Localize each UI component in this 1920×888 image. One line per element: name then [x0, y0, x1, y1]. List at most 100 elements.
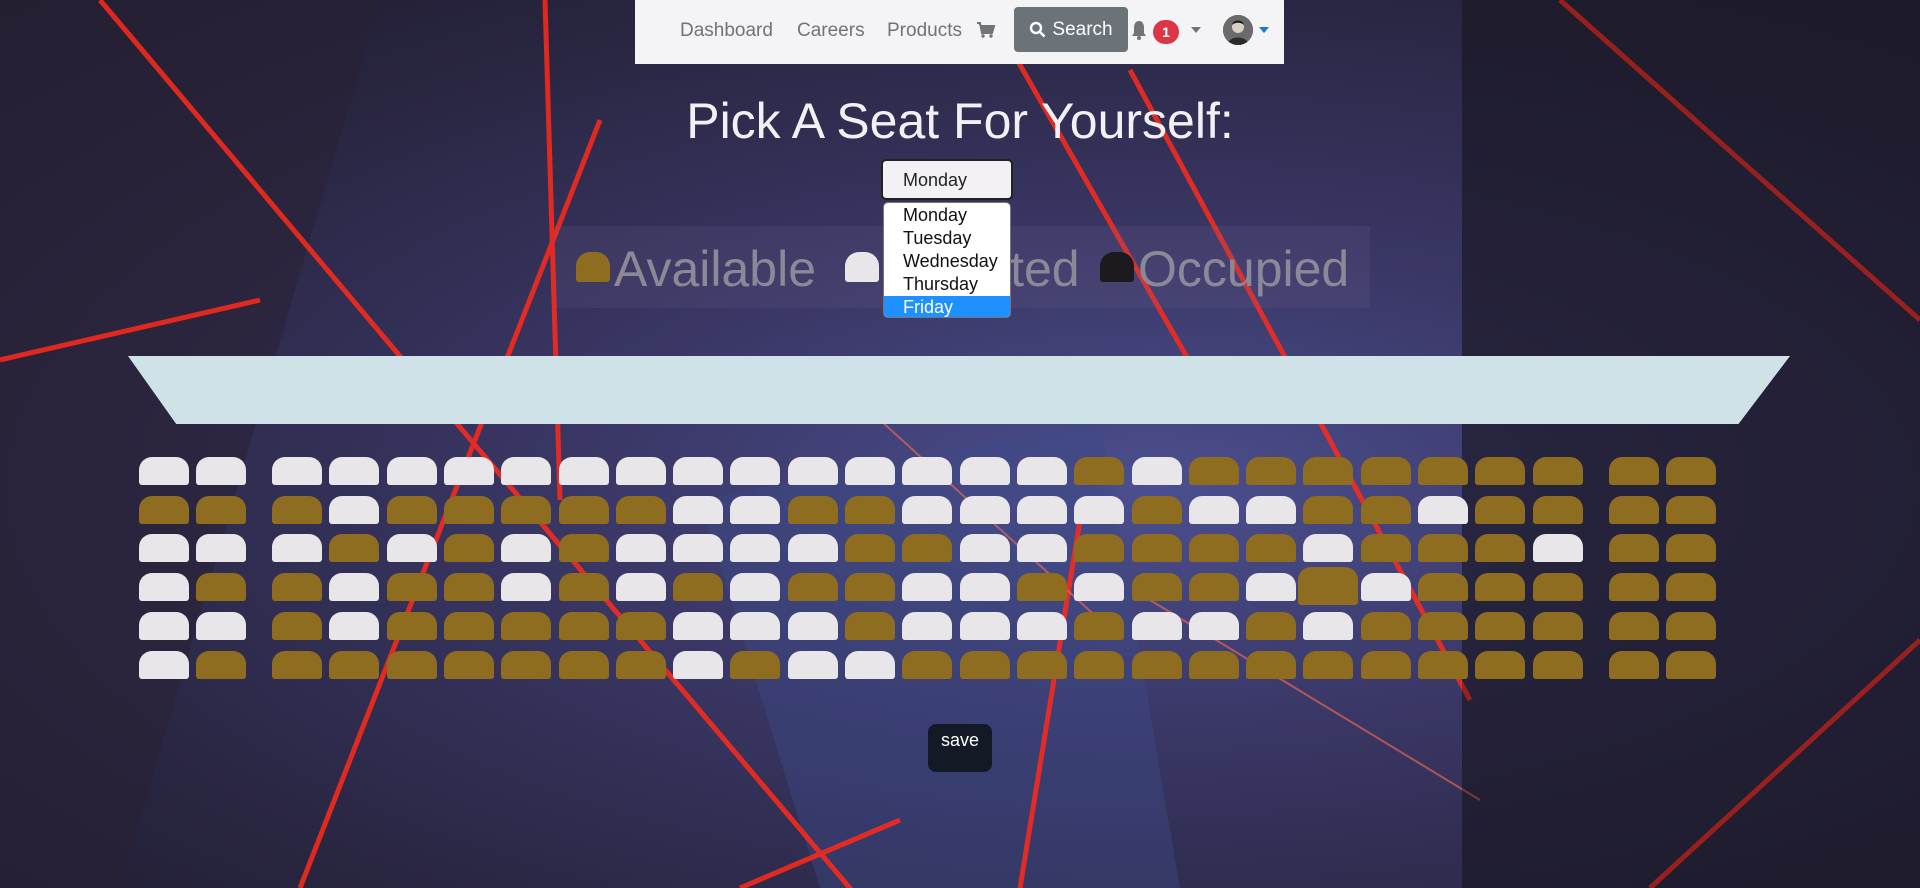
seat-selected[interactable]	[196, 612, 246, 640]
seat-selected[interactable]	[501, 534, 551, 562]
seat-available[interactable]	[1246, 457, 1296, 485]
day-select[interactable]: Monday	[881, 159, 1013, 200]
seat-available[interactable]	[1475, 612, 1525, 640]
seat-selected[interactable]	[1074, 573, 1124, 601]
bell-icon[interactable]	[1130, 19, 1148, 41]
seat-selected[interactable]	[329, 573, 379, 601]
seat-selected[interactable]	[272, 457, 322, 485]
seat-available[interactable]	[1246, 534, 1296, 562]
seat-available[interactable]	[1666, 612, 1716, 640]
nav-link-products[interactable]: Products	[887, 20, 962, 42]
seat-available[interactable]	[139, 496, 189, 524]
seat-available[interactable]	[1475, 457, 1525, 485]
seat-available[interactable]	[1666, 496, 1716, 524]
seat-available[interactable]	[196, 496, 246, 524]
seat-available[interactable]	[1361, 496, 1411, 524]
seat-available[interactable]	[1132, 496, 1182, 524]
seat-selected[interactable]	[1303, 534, 1353, 562]
seat-available[interactable]	[1533, 573, 1583, 601]
seat-available[interactable]	[387, 573, 437, 601]
seat-selected[interactable]	[673, 612, 723, 640]
seat-selected[interactable]	[1418, 496, 1468, 524]
seat-selected[interactable]	[272, 534, 322, 562]
seat-available[interactable]	[1361, 651, 1411, 679]
seat-available[interactable]	[673, 573, 723, 601]
seat-available[interactable]	[1132, 534, 1182, 562]
seat-selected[interactable]	[845, 457, 895, 485]
seat-available[interactable]	[1418, 534, 1468, 562]
seat-available[interactable]	[272, 612, 322, 640]
seat-available[interactable]	[1609, 573, 1659, 601]
seat-available[interactable]	[559, 573, 609, 601]
seat-available[interactable]	[1303, 457, 1353, 485]
seat-available[interactable]	[501, 612, 551, 640]
seat-selected[interactable]	[960, 612, 1010, 640]
seat-available[interactable]	[559, 612, 609, 640]
seat-available[interactable]	[559, 496, 609, 524]
seat-available[interactable]	[444, 651, 494, 679]
user-menu-chevron-down-icon[interactable]	[1259, 27, 1269, 33]
seat-available[interactable]	[387, 651, 437, 679]
seat-available[interactable]	[501, 496, 551, 524]
seat-selected[interactable]	[845, 651, 895, 679]
day-option-monday[interactable]: Monday	[884, 204, 1010, 227]
seat-available[interactable]	[788, 573, 838, 601]
seat-selected[interactable]	[788, 534, 838, 562]
seat-selected[interactable]	[673, 534, 723, 562]
seat-selected[interactable]	[673, 651, 723, 679]
seat-selected[interactable]	[329, 457, 379, 485]
seat-selected[interactable]	[329, 496, 379, 524]
seat-available[interactable]	[329, 651, 379, 679]
seat-available[interactable]	[444, 496, 494, 524]
seat-available[interactable]	[1303, 496, 1353, 524]
seat-available[interactable]	[1533, 457, 1583, 485]
seat-available[interactable]	[1666, 457, 1716, 485]
seat-available[interactable]	[444, 612, 494, 640]
seat-available[interactable]	[1609, 612, 1659, 640]
seat-selected[interactable]	[1246, 496, 1296, 524]
seat-selected[interactable]	[501, 573, 551, 601]
seat-selected[interactable]	[673, 496, 723, 524]
seat-selected[interactable]	[902, 573, 952, 601]
seat-selected[interactable]	[501, 457, 551, 485]
seat-available[interactable]	[1189, 573, 1239, 601]
seat-available[interactable]	[272, 496, 322, 524]
seat-available[interactable]	[902, 651, 952, 679]
seat-selected[interactable]	[730, 457, 780, 485]
seat-available[interactable]	[845, 534, 895, 562]
seat-available[interactable]	[1533, 651, 1583, 679]
seat-available[interactable]	[1132, 573, 1182, 601]
seat-available[interactable]	[1666, 573, 1716, 601]
notifications-chevron-down-icon[interactable]	[1191, 27, 1201, 33]
seat-selected[interactable]	[1017, 534, 1067, 562]
seat-available[interactable]	[329, 534, 379, 562]
seat-available[interactable]	[1533, 612, 1583, 640]
seat-available[interactable]	[559, 651, 609, 679]
seat-selected[interactable]	[1074, 496, 1124, 524]
seat-available[interactable]	[1074, 534, 1124, 562]
seat-selected[interactable]	[444, 457, 494, 485]
seat-available[interactable]	[788, 496, 838, 524]
seat-selected[interactable]	[788, 612, 838, 640]
seat-available[interactable]	[444, 573, 494, 601]
seat-available[interactable]	[1074, 651, 1124, 679]
user-avatar[interactable]	[1223, 15, 1253, 45]
seat-available[interactable]	[1475, 534, 1525, 562]
seat-available[interactable]	[1074, 457, 1124, 485]
seat-available[interactable]	[1189, 651, 1239, 679]
seat-available[interactable]	[1246, 651, 1296, 679]
seat-available[interactable]	[1017, 573, 1067, 601]
seat-selected[interactable]	[902, 496, 952, 524]
seat-available[interactable]	[196, 651, 246, 679]
day-option-thursday[interactable]: Thursday	[884, 273, 1010, 296]
seat-available[interactable]	[1666, 534, 1716, 562]
seat-selected[interactable]	[1132, 457, 1182, 485]
seat-available[interactable]	[1017, 651, 1067, 679]
save-button[interactable]: save	[928, 724, 992, 772]
seat-selected[interactable]	[1303, 612, 1353, 640]
seat-selected[interactable]	[1189, 612, 1239, 640]
seat-available[interactable]	[1189, 534, 1239, 562]
seat-available[interactable]	[1361, 457, 1411, 485]
seat-available[interactable]	[1609, 496, 1659, 524]
seat-available[interactable]	[1132, 651, 1182, 679]
